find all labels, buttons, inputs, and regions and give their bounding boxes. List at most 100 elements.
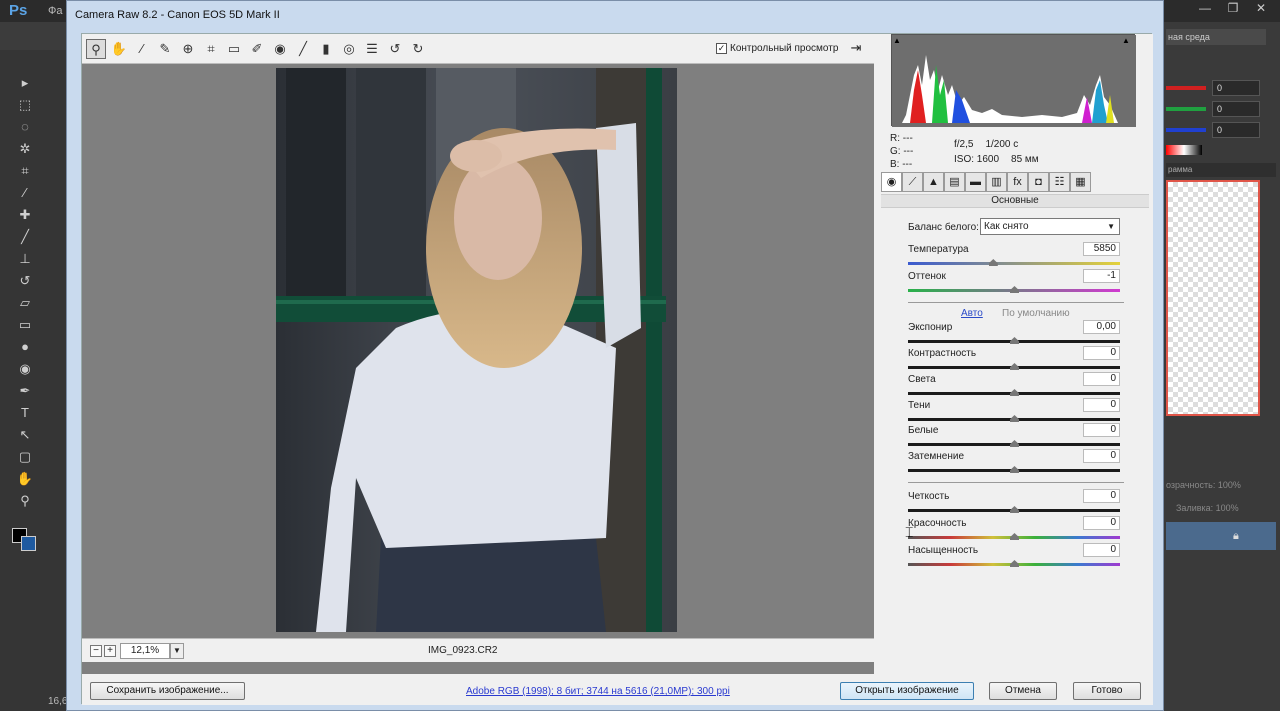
hsl-tab-icon[interactable]: ▤	[944, 172, 965, 192]
workflow-options-link[interactable]: Adobe RGB (1998); 8 бит; 3744 на 5616 (2…	[466, 686, 730, 697]
slider-track[interactable]	[908, 363, 1120, 370]
spot-removal-icon[interactable]: ✐	[247, 39, 267, 59]
zoom-tool-icon[interactable]: ⚲	[10, 490, 40, 512]
slider-value-field[interactable]: 0	[1083, 398, 1120, 412]
zoom-dropdown-icon[interactable]: ▼	[170, 643, 184, 659]
crop-tool-icon[interactable]: ⌗	[10, 160, 40, 182]
dodge-tool-icon[interactable]: ◉	[10, 358, 40, 380]
slider-track[interactable]	[908, 533, 1120, 540]
straighten-icon[interactable]: ▭	[224, 39, 244, 59]
highlight-clip-icon[interactable]: ▲	[1122, 36, 1132, 46]
eyedropper-tool-icon[interactable]: ⁄	[10, 182, 40, 204]
slider-value-field[interactable]: -1	[1083, 269, 1120, 283]
slider-value-field[interactable]: 0	[1083, 372, 1120, 386]
split-toning-tab-icon[interactable]: ▬	[965, 172, 986, 192]
slider-track[interactable]	[908, 560, 1120, 567]
eraser-tool-icon[interactable]: ▱	[10, 292, 40, 314]
white-balance-icon[interactable]: ⁄	[132, 39, 152, 59]
magic-wand-tool-icon[interactable]: ✲	[10, 138, 40, 160]
green-slider[interactable]	[1166, 107, 1206, 111]
maximize-button[interactable]: ❐	[1220, 0, 1246, 17]
green-value[interactable]: 0	[1212, 101, 1260, 117]
blue-value[interactable]: 0	[1212, 122, 1260, 138]
layers-opacity[interactable]: озрачность: 100%	[1166, 480, 1241, 490]
cancel-button[interactable]: Отмена	[989, 682, 1057, 700]
slider-thumb[interactable]	[1010, 337, 1019, 344]
white-balance-select[interactable]: Как снято ▼	[980, 218, 1120, 235]
slider-thumb[interactable]	[1010, 286, 1019, 293]
rotate-ccw-icon[interactable]: ↺	[385, 39, 405, 59]
slider-thumb[interactable]	[1010, 533, 1019, 540]
slider-thumb[interactable]	[988, 259, 998, 266]
snapshots-tab-icon[interactable]: ▦	[1070, 172, 1091, 192]
radial-filter-icon[interactable]: ◎	[339, 39, 359, 59]
detail-tab-icon[interactable]: ▲	[923, 172, 944, 192]
slider-thumb[interactable]	[1010, 560, 1019, 567]
shadow-clip-icon[interactable]: ▲	[893, 36, 903, 46]
move-tool-icon[interactable]: ▸	[10, 72, 40, 94]
menu-file-fragment[interactable]: Фа	[48, 5, 62, 17]
slider-value-field[interactable]: 0	[1083, 489, 1120, 503]
crop-icon[interactable]: ⌗	[201, 39, 221, 59]
healing-tool-icon[interactable]: ✚	[10, 204, 40, 226]
zoom-in-button[interactable]: +	[104, 645, 116, 657]
slider-track[interactable]	[908, 259, 1120, 266]
color-sampler-icon[interactable]: ✎	[155, 39, 175, 59]
path-select-tool-icon[interactable]: ↖	[10, 424, 40, 446]
slider-track[interactable]	[908, 440, 1120, 447]
zoom-out-button[interactable]: −	[90, 645, 102, 657]
effects-tab-icon[interactable]: fx	[1007, 172, 1028, 192]
hand-icon[interactable]: ✋	[109, 39, 129, 59]
basic-tab-icon[interactable]: ◉	[881, 172, 902, 192]
slider-thumb[interactable]	[1010, 506, 1019, 513]
slider-value-field[interactable]: 0,00	[1083, 320, 1120, 334]
preferences-icon[interactable]: ☰	[362, 39, 382, 59]
hand-tool-icon[interactable]: ✋	[10, 468, 40, 490]
stamp-tool-icon[interactable]: ⊥	[10, 248, 40, 270]
slider-value-field[interactable]: 0	[1083, 449, 1120, 463]
background-color-swatch[interactable]	[21, 536, 36, 551]
color-ramp[interactable]	[1166, 145, 1202, 155]
lens-corrections-tab-icon[interactable]: ▥	[986, 172, 1007, 192]
layers-fill[interactable]: Заливка: 100%	[1176, 503, 1239, 513]
slider-thumb[interactable]	[1010, 440, 1019, 447]
slider-thumb[interactable]	[1010, 415, 1019, 422]
minimize-button[interactable]: —	[1192, 0, 1218, 17]
gradient-tool-icon[interactable]: ▭	[10, 314, 40, 336]
slider-value-field[interactable]: 0	[1083, 423, 1120, 437]
tone-curve-tab-icon[interactable]: ⟋	[902, 172, 923, 192]
workspace-dropdown[interactable]: ная среда	[1166, 29, 1266, 45]
targeted-adjust-icon[interactable]: ⊕	[178, 39, 198, 59]
type-tool-icon[interactable]: T	[10, 402, 40, 424]
slider-track[interactable]	[908, 286, 1120, 293]
camera-calibration-tab-icon[interactable]: ◘	[1028, 172, 1049, 192]
slider-track[interactable]	[908, 337, 1120, 344]
slider-value-field[interactable]: 0	[1083, 543, 1120, 557]
close-button[interactable]: ✕	[1248, 0, 1274, 17]
slider-thumb[interactable]	[1010, 363, 1019, 370]
open-image-button[interactable]: Открыть изображение	[840, 682, 974, 700]
slider-thumb[interactable]	[1010, 466, 1019, 473]
slider-value-field[interactable]: 0	[1083, 516, 1120, 530]
blue-slider[interactable]	[1166, 128, 1206, 132]
preview-checkbox[interactable]: ✓	[716, 43, 727, 54]
zoom-level-field[interactable]: 12,1%	[120, 643, 170, 659]
save-image-button[interactable]: Сохранить изображение...	[90, 682, 245, 700]
presets-tab-icon[interactable]: ☷	[1049, 172, 1070, 192]
default-link[interactable]: По умолчанию	[1002, 308, 1070, 319]
histogram-panel-tab[interactable]: рамма	[1166, 163, 1276, 177]
adjustment-brush-icon[interactable]: ╱	[293, 39, 313, 59]
lasso-tool-icon[interactable]: ◌	[10, 116, 40, 138]
pen-tool-icon[interactable]: ✒	[10, 380, 40, 402]
shape-tool-icon[interactable]: ▢	[10, 446, 40, 468]
red-value[interactable]: 0	[1212, 80, 1260, 96]
slider-track[interactable]	[908, 389, 1120, 396]
done-button[interactable]: Готово	[1073, 682, 1141, 700]
slider-track[interactable]	[908, 415, 1120, 422]
history-brush-icon[interactable]: ↺	[10, 270, 40, 292]
blur-tool-icon[interactable]: ●	[10, 336, 40, 358]
red-slider[interactable]	[1166, 86, 1206, 90]
rotate-cw-icon[interactable]: ↻	[408, 39, 428, 59]
auto-link[interactable]: Авто	[961, 308, 983, 319]
brush-tool-icon[interactable]: ╱	[10, 226, 40, 248]
